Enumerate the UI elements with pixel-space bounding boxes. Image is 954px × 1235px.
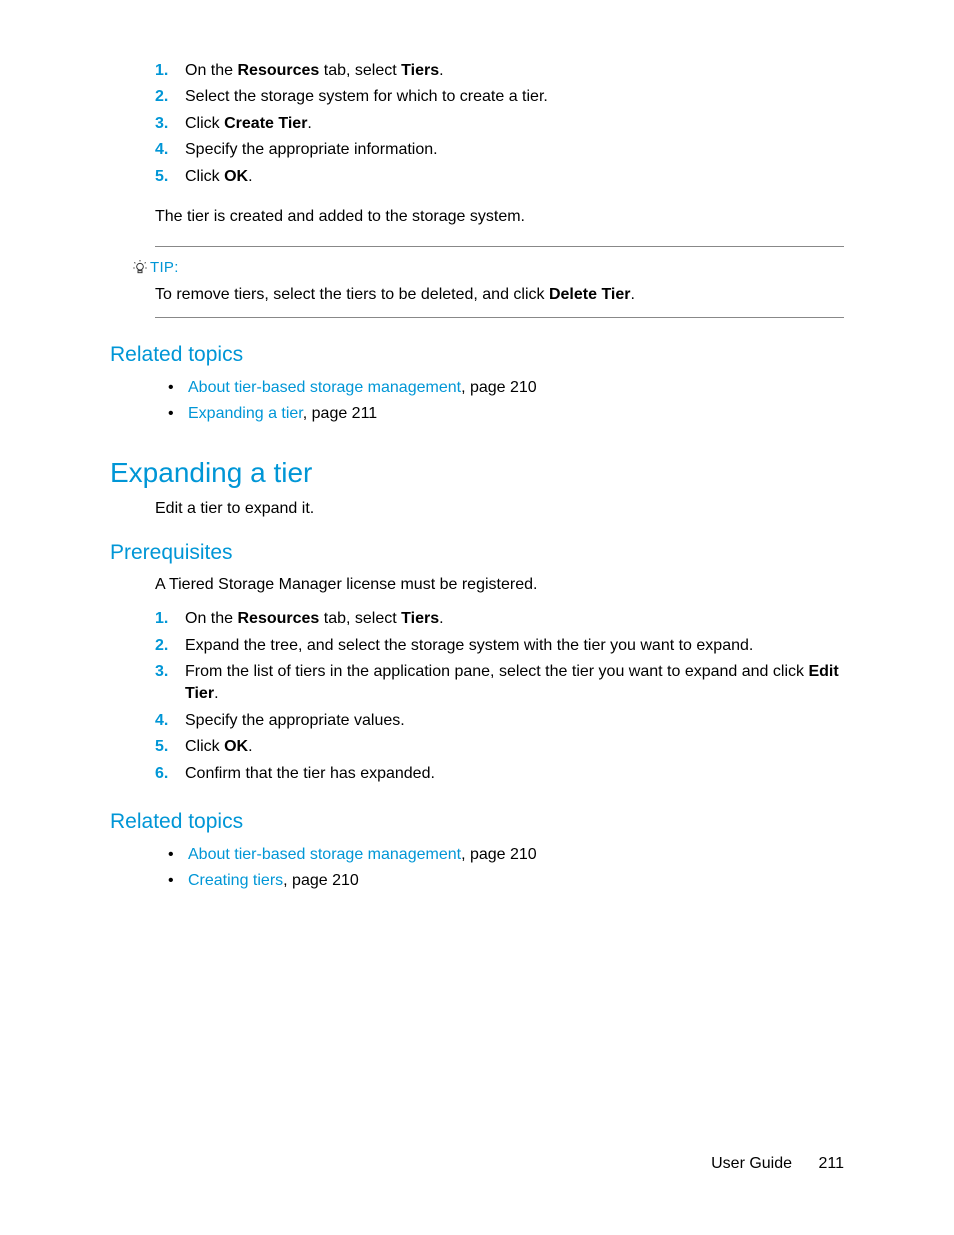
step-text: On the Resources tab, select Tiers. xyxy=(185,608,844,630)
divider xyxy=(155,317,844,318)
tip-text: To remove tiers, select the tiers to be … xyxy=(155,284,844,306)
step-4: 4. Specify the appropriate information. xyxy=(155,139,844,161)
link-about-tier-based-storage[interactable]: About tier-based storage management xyxy=(188,846,461,863)
prerequisites-heading: Prerequisites xyxy=(110,538,844,567)
page-number: 211 xyxy=(818,1155,844,1172)
section-heading-expanding-tier: Expanding a tier xyxy=(110,453,844,492)
link-expanding-a-tier[interactable]: Expanding a tier xyxy=(188,405,303,422)
step-text: Click OK. xyxy=(185,166,844,188)
page: 1. On the Resources tab, select Tiers. 2… xyxy=(0,0,954,1235)
related-topics-list: About tier-based storage management, pag… xyxy=(110,844,844,892)
link-about-tier-based-storage[interactable]: About tier-based storage management xyxy=(188,379,461,396)
related-topic-item: Creating tiers, page 210 xyxy=(168,870,844,892)
step-text: Click OK. xyxy=(185,736,844,758)
divider xyxy=(155,246,844,247)
step-text: From the list of tiers in the applicatio… xyxy=(185,661,844,706)
footer-title: User Guide xyxy=(711,1155,792,1172)
step-number: 2. xyxy=(155,635,185,657)
step-1: 1. On the Resources tab, select Tiers. xyxy=(155,60,844,82)
step-number: 1. xyxy=(155,60,185,82)
step-text: Select the storage system for which to c… xyxy=(185,86,844,108)
step-5: 5. Click OK. xyxy=(155,736,844,758)
step-text: Click Create Tier. xyxy=(185,113,844,135)
step-number: 3. xyxy=(155,661,185,706)
lightbulb-icon xyxy=(130,260,150,276)
step-5: 5. Click OK. xyxy=(155,166,844,188)
prerequisites-text: A Tiered Storage Manager license must be… xyxy=(155,574,844,596)
step-number: 4. xyxy=(155,139,185,161)
result-paragraph: The tier is created and added to the sto… xyxy=(155,206,844,228)
steps-create-tier: 1. On the Resources tab, select Tiers. 2… xyxy=(110,60,844,188)
related-topic-item: About tier-based storage management, pag… xyxy=(168,844,844,866)
step-text: Specify the appropriate values. xyxy=(185,710,844,732)
step-number: 6. xyxy=(155,763,185,785)
step-3: 3. From the list of tiers in the applica… xyxy=(155,661,844,706)
tip-block: TIP: To remove tiers, select the tiers t… xyxy=(130,257,844,306)
step-text: On the Resources tab, select Tiers. xyxy=(185,60,844,82)
step-number: 5. xyxy=(155,166,185,188)
step-number: 1. xyxy=(155,608,185,630)
step-2: 2. Expand the tree, and select the stora… xyxy=(155,635,844,657)
related-topics-heading: Related topics xyxy=(110,340,844,369)
page-footer: User Guide 211 xyxy=(711,1153,844,1175)
related-topic-item: Expanding a tier, page 211 xyxy=(168,403,844,425)
step-number: 5. xyxy=(155,736,185,758)
section-intro: Edit a tier to expand it. xyxy=(155,498,844,520)
related-topics-heading: Related topics xyxy=(110,807,844,836)
tip-label: TIP: xyxy=(150,257,179,278)
related-topic-item: About tier-based storage management, pag… xyxy=(168,377,844,399)
steps-expand-tier: 1. On the Resources tab, select Tiers. 2… xyxy=(110,608,844,785)
link-creating-tiers[interactable]: Creating tiers xyxy=(188,872,283,889)
related-topics-list: About tier-based storage management, pag… xyxy=(110,377,844,425)
step-number: 4. xyxy=(155,710,185,732)
step-6: 6. Confirm that the tier has expanded. xyxy=(155,763,844,785)
step-2: 2. Select the storage system for which t… xyxy=(155,86,844,108)
step-text: Specify the appropriate information. xyxy=(185,139,844,161)
step-1: 1. On the Resources tab, select Tiers. xyxy=(155,608,844,630)
tip-header: TIP: xyxy=(130,257,844,278)
step-number: 3. xyxy=(155,113,185,135)
step-number: 2. xyxy=(155,86,185,108)
step-3: 3. Click Create Tier. xyxy=(155,113,844,135)
step-text: Expand the tree, and select the storage … xyxy=(185,635,844,657)
step-text: Confirm that the tier has expanded. xyxy=(185,763,844,785)
step-4: 4. Specify the appropriate values. xyxy=(155,710,844,732)
